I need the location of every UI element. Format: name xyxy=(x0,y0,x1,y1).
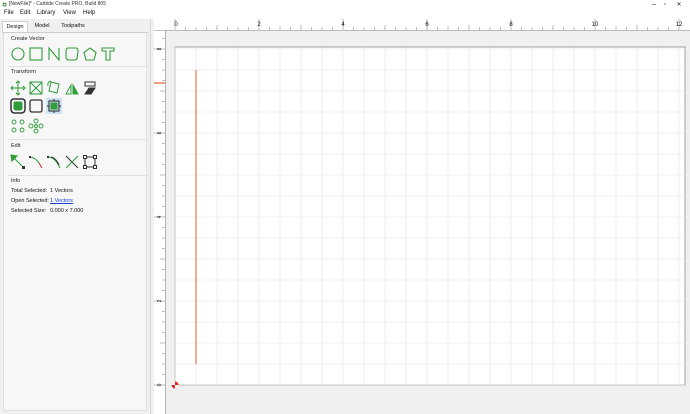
menu-edit[interactable]: Edit xyxy=(20,10,30,16)
mirror-icon[interactable] xyxy=(64,80,80,96)
fillet-icon[interactable] xyxy=(28,98,44,114)
rotate-icon[interactable] xyxy=(46,80,62,96)
open-selected-label: Open Selected: xyxy=(11,198,49,204)
offset-icon[interactable] xyxy=(10,98,26,114)
node-edit-icon[interactable] xyxy=(10,154,26,170)
maximize-button[interactable]: ▫ xyxy=(658,0,672,9)
vertical-ruler xyxy=(154,30,165,414)
horizontal-ruler xyxy=(154,19,690,30)
total-selected-label: Total Selected: xyxy=(11,188,48,194)
split-icon[interactable] xyxy=(64,154,80,170)
move-icon[interactable] xyxy=(10,80,26,96)
trim-icon[interactable] xyxy=(28,154,44,170)
divider xyxy=(8,66,148,67)
selected-size-label: Selected Size: xyxy=(11,208,47,214)
y-ruler-label: 4 xyxy=(157,215,163,218)
section-transform: Transform xyxy=(11,69,36,75)
section-info: Info xyxy=(11,178,21,184)
section-create-vector: Create Vector xyxy=(11,36,45,42)
menu-file[interactable]: File xyxy=(4,10,14,16)
open-selected-link[interactable]: 1 Vectors xyxy=(50,198,73,204)
y-ruler-label: 6 xyxy=(157,131,163,134)
rounded-rectangle-icon[interactable] xyxy=(64,46,80,62)
menu-bar: File Edit Library View Help xyxy=(0,9,690,19)
bounding-box-icon[interactable] xyxy=(82,154,98,170)
menu-help[interactable]: Help xyxy=(83,10,95,16)
boolean-icon[interactable] xyxy=(46,98,62,114)
scale-icon[interactable] xyxy=(28,80,44,96)
tab-model[interactable]: Model xyxy=(30,21,54,32)
circle-icon[interactable] xyxy=(10,46,26,62)
app-logo-icon xyxy=(2,2,7,7)
panel-body: Create Vector Transform Edit Info Total … xyxy=(3,33,148,411)
divider xyxy=(8,175,148,176)
circular-array-icon[interactable] xyxy=(10,118,26,134)
title-bar: [NewFile]* - Carbide Create PRO, Build 8… xyxy=(0,0,690,9)
rectangular-array-icon[interactable] xyxy=(28,118,44,134)
polygon-icon[interactable] xyxy=(82,46,98,62)
total-selected-value: 1 Vectors xyxy=(50,188,73,194)
y-ruler-label: 0 xyxy=(157,383,163,386)
rectangle-icon[interactable] xyxy=(28,46,44,62)
design-canvas[interactable]: 0 2 4 6 8 10 12 8 6 4 2 0 xyxy=(154,19,690,414)
tab-design[interactable]: Design xyxy=(2,21,28,32)
tab-toolpaths[interactable]: Toolpaths xyxy=(57,21,89,32)
origin-icon xyxy=(171,381,179,389)
window-title: [NewFile]* - Carbide Create PRO, Build 8… xyxy=(9,1,106,7)
menu-view[interactable]: View xyxy=(63,10,76,16)
text-icon[interactable] xyxy=(100,46,116,62)
divider xyxy=(8,139,148,140)
x-ruler-label: 12 xyxy=(676,22,683,28)
design-canvas-area: 0 2 4 6 8 10 12 8 6 4 2 0 xyxy=(154,19,690,414)
join-icon[interactable] xyxy=(46,154,62,170)
section-edit: Edit xyxy=(11,143,21,149)
y-ruler-label: 2 xyxy=(157,299,163,302)
design-panel: Design Model Toolpaths Create Vector Tra… xyxy=(0,19,151,414)
work-area xyxy=(174,46,686,386)
y-ruler-label: 8 xyxy=(157,47,163,50)
polyline-icon[interactable] xyxy=(46,46,62,62)
align-icon[interactable] xyxy=(82,80,98,96)
selected-size-value: 0.000 x 7.000 xyxy=(50,208,84,214)
menu-library[interactable]: Library xyxy=(37,10,55,16)
close-button[interactable]: ✕ xyxy=(672,0,686,9)
x-ruler-label: 10 xyxy=(592,22,599,28)
